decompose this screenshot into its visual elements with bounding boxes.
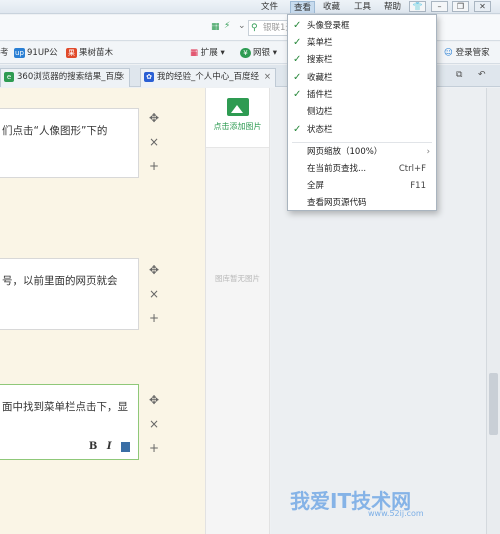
tab-search-results[interactable]: e 360浏览器的搜索结果_百度 × (0, 68, 130, 87)
menu-item-searchbar[interactable]: ✓ 搜索栏 (288, 52, 436, 68)
restore-tab-icon[interactable]: ⧉ (456, 70, 462, 80)
close-window-button[interactable]: ✕ (474, 1, 491, 12)
step-text-box[interactable]: 们点击“人像图形”下的 (0, 108, 139, 178)
menu-item-sidebar[interactable]: 侧边栏 (288, 104, 436, 120)
undo-tab-icon[interactable]: ↶ (478, 70, 486, 80)
bookmark-item[interactable]: up 91UP公 (14, 46, 58, 60)
91up-icon: up (14, 47, 25, 58)
menu-item-pluginbar[interactable]: ✓ 插件栏 (288, 87, 436, 103)
step-tools: ✥ × + (146, 106, 162, 178)
tab-close-icon[interactable]: × (118, 69, 125, 86)
check-icon: ✓ (293, 20, 302, 31)
skin-icon[interactable]: 👕 (409, 1, 426, 12)
menu-view[interactable]: 查看 (290, 1, 316, 13)
menu-item-fullscreen[interactable]: 全屏 F11 (288, 178, 436, 194)
bookmark-item[interactable]: 果果树苗木 (66, 46, 113, 60)
fruit-icon: 果 (66, 47, 77, 58)
editor-content: 们点击“人像图形”下的 ✥ × + 号，以前里面的网页就会 ✥ × + 面中找到… (0, 88, 205, 534)
delete-icon[interactable]: × (146, 282, 162, 306)
tab-baidu-experience[interactable]: ✿ 我的经验_个人中心_百度经 × (140, 68, 276, 87)
menu-file[interactable]: 文件 (258, 1, 281, 13)
user-icon: ☺ (444, 48, 456, 58)
step-text-box-active[interactable]: 面中找到菜单栏点击下，显 B I (0, 384, 139, 460)
empty-gallery-label: 图库暂无图片 (215, 274, 260, 283)
yuan-icon: ¥ (240, 47, 251, 58)
add-icon[interactable]: + (146, 306, 162, 330)
check-icon: ✓ (293, 54, 302, 65)
add-icon[interactable]: + (146, 154, 162, 178)
check-icon: ✓ (293, 37, 302, 48)
grid-icon: ▦ (190, 48, 201, 58)
compat-mode-icon[interactable]: ▦ (211, 22, 220, 32)
delete-icon[interactable]: × (146, 412, 162, 436)
menu-item-find[interactable]: 在当前页查找... Ctrl+F (288, 161, 436, 177)
chevron-down-icon[interactable]: ⌄ (238, 21, 246, 31)
bookmark-item[interactable]: 考 (0, 46, 9, 60)
menu-item-zoom[interactable]: 网页缩放（100%） › (288, 144, 436, 160)
minimize-button[interactable]: – (431, 1, 448, 12)
menu-divider (292, 142, 432, 143)
check-icon: ✓ (293, 124, 302, 135)
site-icon: e (4, 72, 14, 82)
delete-icon[interactable]: × (146, 130, 162, 154)
menu-item-favoritesbar[interactable]: ✓ 收藏栏 (288, 70, 436, 86)
check-icon: ✓ (293, 72, 302, 83)
check-icon: ✓ (293, 89, 302, 100)
search-icon: ⚲ (251, 23, 258, 33)
chevron-right-icon: › (426, 147, 430, 157)
extensions-button[interactable]: ▦ 扩展 ▾ (190, 46, 225, 60)
step-tools: ✥ × + (146, 388, 162, 460)
image-panel: 点击添加图片 图库暂无图片 (205, 88, 270, 534)
add-image-button[interactable]: 点击添加图片 (206, 88, 269, 148)
view-menu-dropdown: ✓ 头像登录框 ✓ 菜单栏 ✓ 搜索栏 ✓ 收藏栏 ✓ 插件栏 侧边栏 ✓ 状态栏 网页缩放… (287, 14, 437, 211)
save-icon[interactable] (121, 441, 130, 452)
menu-item-avatar-login[interactable]: ✓ 头像登录框 (288, 18, 436, 34)
ebank-button[interactable]: ¥ 网银 ▾ (240, 46, 277, 60)
menu-tools[interactable]: 工具 (351, 1, 374, 13)
menu-help[interactable]: 帮助 (381, 1, 404, 13)
restore-button[interactable]: ❐ (452, 1, 469, 12)
add-icon[interactable]: + (146, 436, 162, 460)
move-icon[interactable]: ✥ (146, 258, 162, 282)
menu-favorites[interactable]: 收藏 (320, 1, 343, 13)
login-manager-button[interactable]: ☺ 登录管家 (444, 46, 490, 60)
format-toolbar: B I (83, 439, 130, 455)
move-icon[interactable]: ✥ (146, 106, 162, 130)
menu-item-statusbar[interactable]: ✓ 状态栏 (288, 122, 436, 138)
menu-item-menubar[interactable]: ✓ 菜单栏 (288, 35, 436, 51)
move-icon[interactable]: ✥ (146, 388, 162, 412)
watermark-url: www.52ij.com (368, 509, 424, 518)
italic-button[interactable]: I (107, 441, 112, 452)
add-picture-icon (226, 98, 249, 116)
tab-close-icon[interactable]: × (264, 69, 271, 86)
menu-item-view-source[interactable]: 查看网页源代码 (288, 195, 436, 211)
scrollbar-thumb[interactable] (489, 373, 498, 435)
bold-button[interactable]: B (89, 441, 97, 452)
step-text-box[interactable]: 号，以前里面的网页就会 (0, 258, 139, 330)
step-tools: ✥ × + (146, 258, 162, 330)
menu-bar: 文件 查看 收藏 工具 帮助 👕 – ❐ ✕ (0, 0, 500, 14)
scrollbar[interactable] (486, 88, 500, 534)
baidu-paw-icon: ✿ (144, 72, 154, 82)
speed-mode-icon[interactable]: ⚡ (224, 21, 230, 31)
search-input[interactable]: ⚲ 银联1元 (248, 20, 288, 36)
